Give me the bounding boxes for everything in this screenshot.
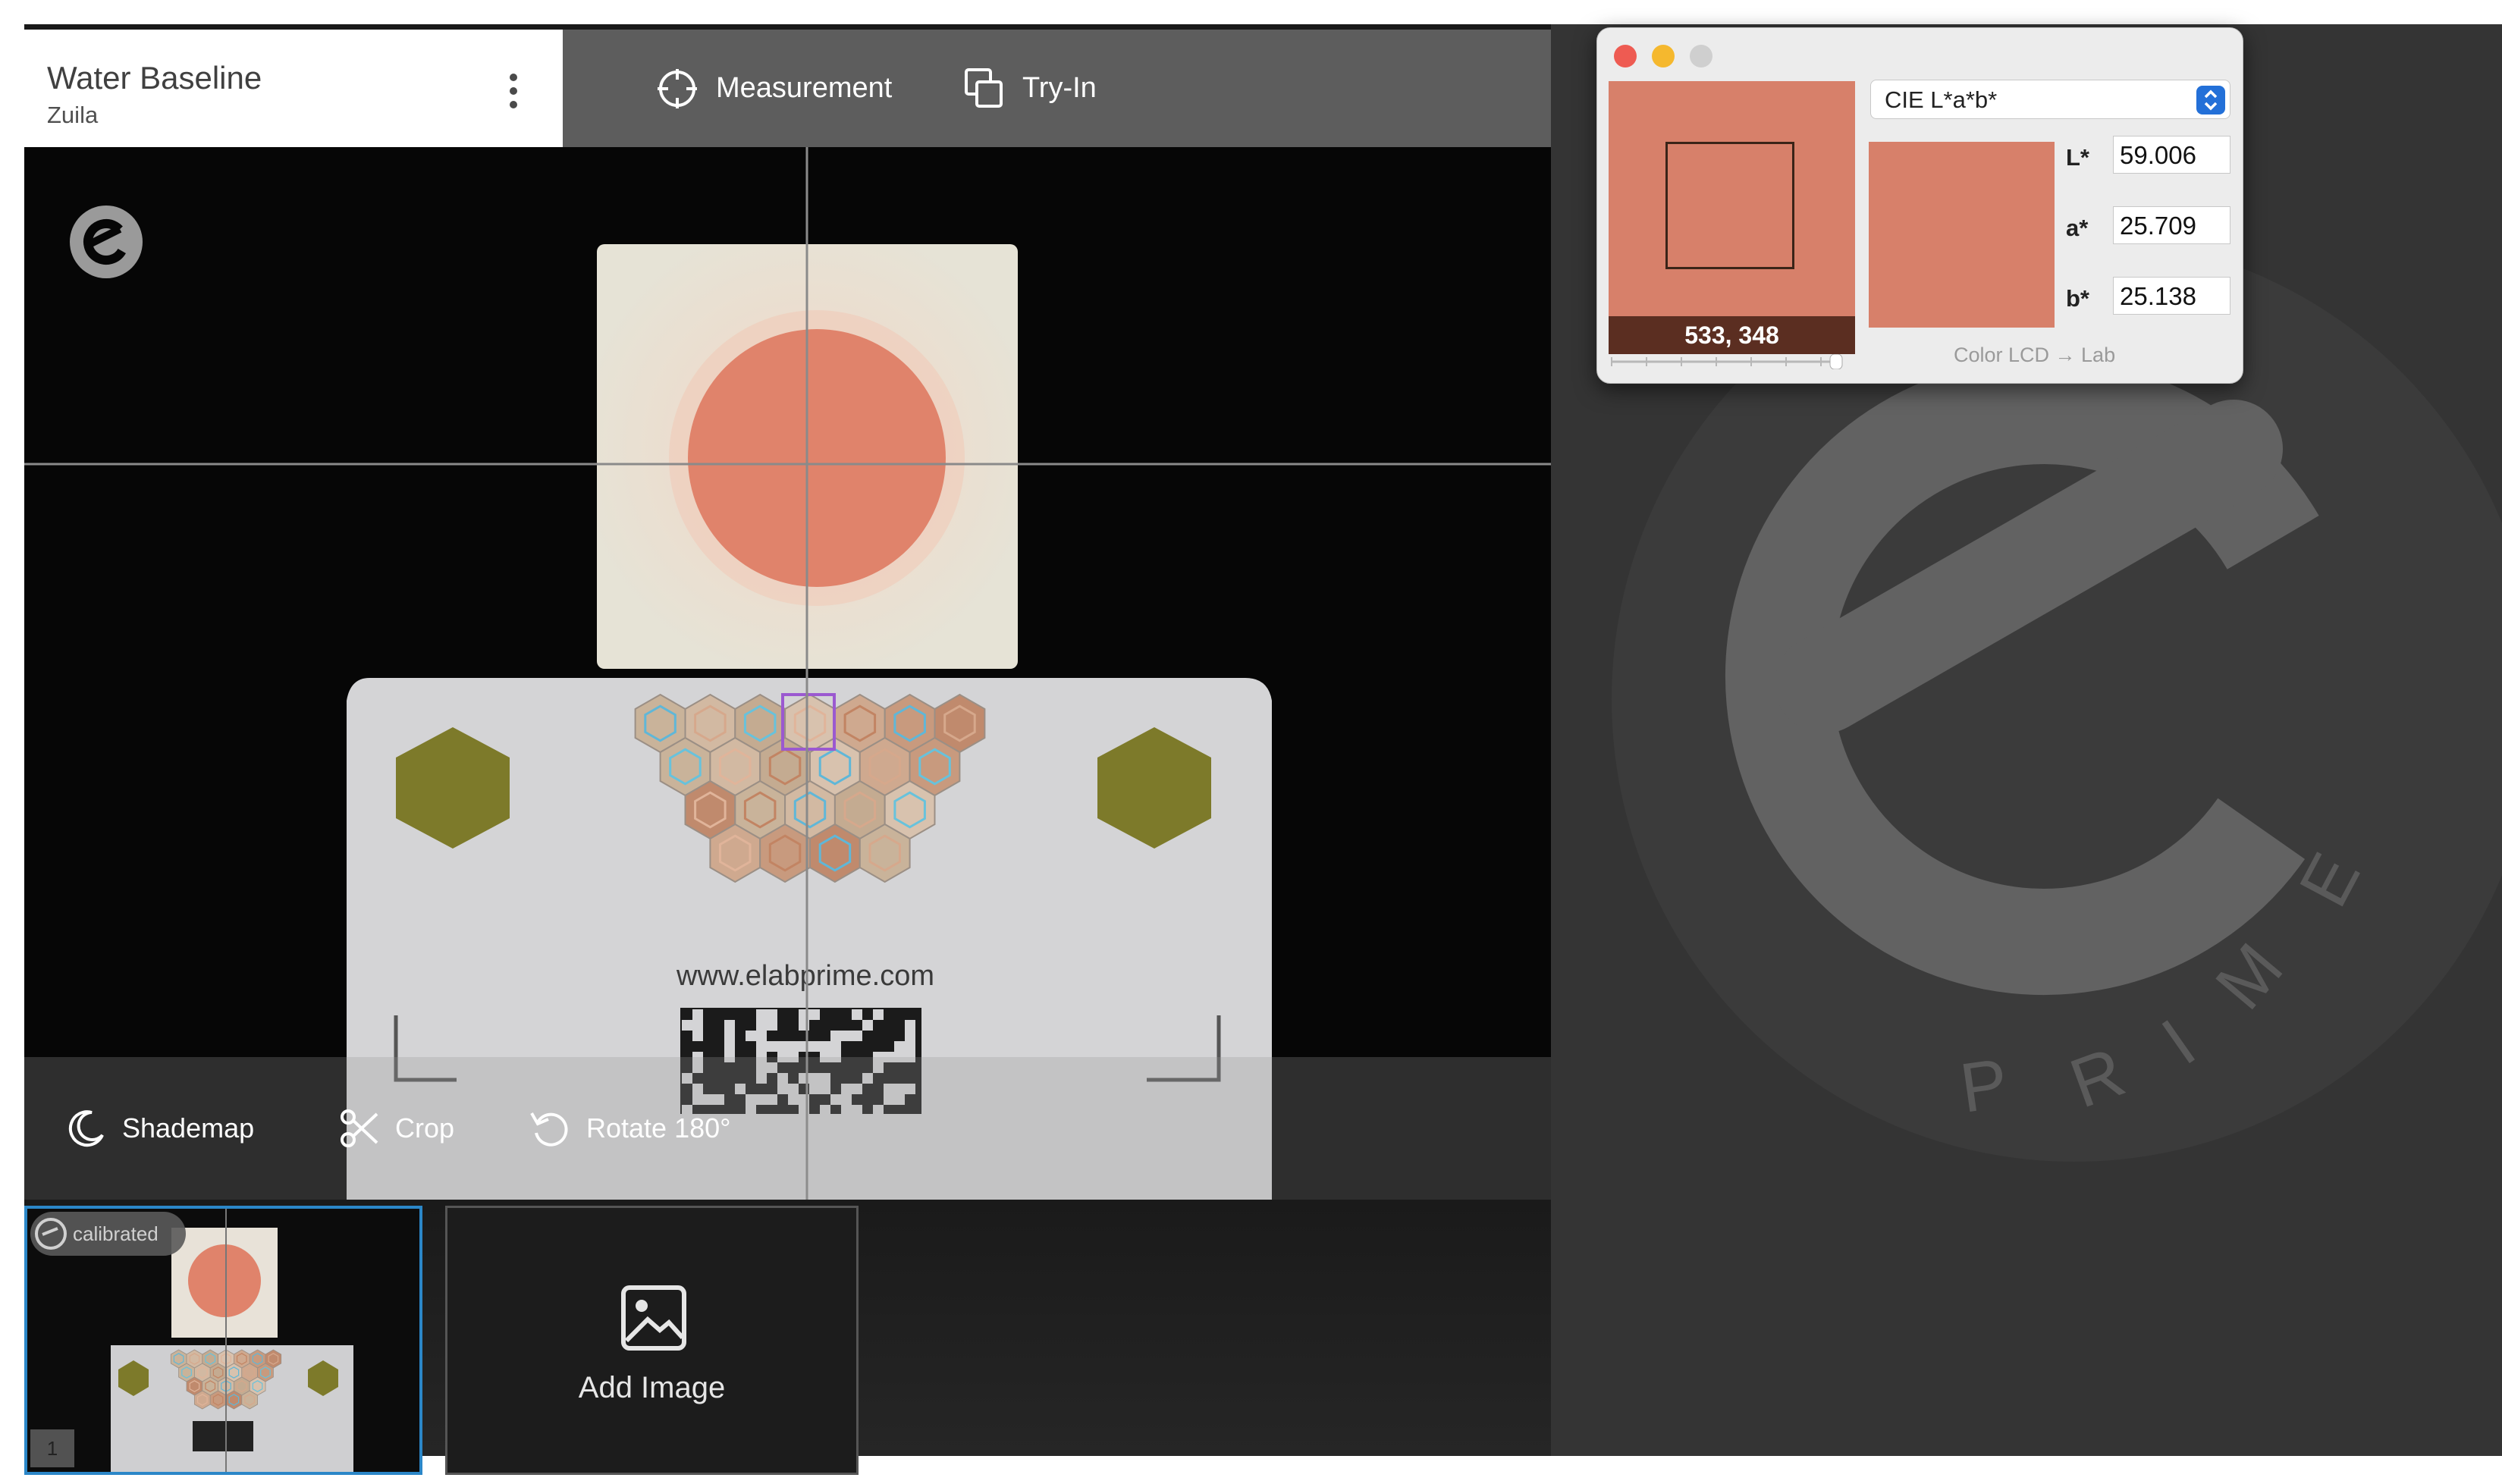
sampled-color-swatch bbox=[1869, 142, 2055, 328]
tab-try-in[interactable]: Try-In bbox=[963, 30, 1097, 147]
color-space-select[interactable]: CIE L*a*b* bbox=[1870, 80, 2230, 119]
l-star-label: L* bbox=[2066, 144, 2089, 171]
tab-try-in-label: Try-In bbox=[1022, 72, 1097, 104]
calibrated-badge: calibrated bbox=[30, 1212, 186, 1256]
crosshair-icon bbox=[658, 68, 697, 108]
calibrated-label: calibrated bbox=[73, 1222, 159, 1245]
project-subtitle: Zuila bbox=[47, 102, 99, 128]
top-toolbar: Measurement Try-In bbox=[563, 30, 1551, 147]
rotate-icon bbox=[530, 1112, 568, 1147]
elab-logo-icon bbox=[70, 206, 143, 278]
select-arrows-icon bbox=[2196, 86, 2225, 115]
l-star-value: 59.006 bbox=[2113, 136, 2230, 174]
elab-logo-icon bbox=[35, 1218, 67, 1250]
tab-measurement-label: Measurement bbox=[716, 72, 893, 104]
project-title: Water Baseline bbox=[47, 60, 262, 96]
crop-button[interactable]: Crop bbox=[339, 1057, 454, 1200]
aperture-size-slider[interactable] bbox=[1609, 354, 1844, 369]
image-thumbnail[interactable]: calibrated 1 bbox=[24, 1206, 422, 1475]
magnifier-swatch: 533, 348 bbox=[1609, 81, 1855, 354]
thumbnail-index: 1 bbox=[30, 1429, 74, 1467]
a-star-value: 25.709 bbox=[2113, 206, 2230, 244]
b-star-label: b* bbox=[2066, 285, 2089, 312]
sample-image: www.elabprime.com bbox=[24, 147, 1551, 1200]
app-window: Water Baseline Zuila Measurement Try-In bbox=[24, 24, 1551, 1475]
crop-label: Crop bbox=[395, 1112, 455, 1144]
b-star-value: 25.138 bbox=[2113, 277, 2230, 315]
copy-icon bbox=[965, 67, 1003, 108]
rotate-label: Rotate 180° bbox=[586, 1112, 731, 1144]
moon-icon bbox=[68, 1110, 104, 1147]
add-image-label: Add Image bbox=[578, 1371, 726, 1404]
minimize-window-button[interactable] bbox=[1652, 45, 1675, 67]
specimen-spot bbox=[688, 329, 946, 587]
add-image-button[interactable]: Add Image bbox=[445, 1206, 859, 1475]
rotate-button[interactable]: Rotate 180° bbox=[529, 1057, 731, 1200]
pointer-coordinates: 533, 348 bbox=[1609, 316, 1855, 354]
aperture-box[interactable] bbox=[1665, 142, 1794, 269]
scissors-icon bbox=[341, 1109, 378, 1147]
card-url: www.elabprime.com bbox=[676, 960, 934, 992]
project-header: Water Baseline Zuila bbox=[24, 30, 563, 147]
zoom-window-button[interactable] bbox=[1690, 45, 1712, 67]
more-options-icon[interactable] bbox=[494, 67, 532, 121]
color-profile-label: Color LCD → Lab bbox=[1954, 344, 2116, 366]
color-space-value: CIE L*a*b* bbox=[1885, 86, 1998, 113]
image-icon bbox=[621, 1285, 686, 1351]
color-meter-window: 533, 348 CIE L*a*b* L* 59.006 a* 25.709 … bbox=[1596, 27, 2243, 384]
image-viewer[interactable]: www.elabprime.com Shademap Crop Rotate 1… bbox=[24, 147, 1551, 1200]
shademap-button[interactable]: Shademap bbox=[66, 1057, 254, 1200]
a-star-label: a* bbox=[2066, 215, 2089, 241]
close-window-button[interactable] bbox=[1614, 45, 1637, 67]
image-strip: calibrated 1 Add Image bbox=[24, 1200, 1551, 1475]
shademap-label: Shademap bbox=[122, 1112, 255, 1144]
image-toolbar: Shademap Crop Rotate 180° bbox=[24, 1057, 1551, 1200]
tab-measurement[interactable]: Measurement bbox=[655, 30, 892, 147]
